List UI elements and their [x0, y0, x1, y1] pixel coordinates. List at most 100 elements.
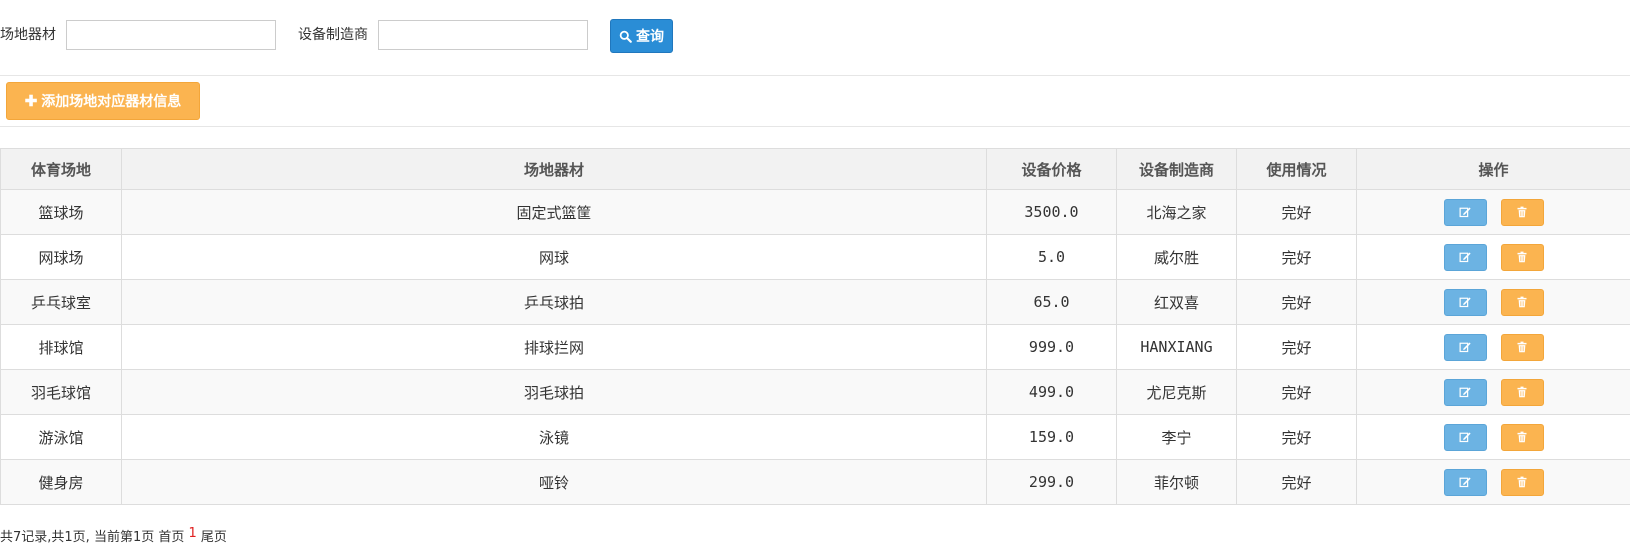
- cell-actions: [1356, 279, 1630, 325]
- cell-venue: 乒乓球室: [0, 279, 122, 325]
- cell-equipment: 排球拦网: [121, 324, 987, 370]
- cell-manufacturer: 李宁: [1116, 414, 1237, 460]
- equipment-search-input[interactable]: [66, 20, 276, 50]
- cell-equipment: 网球: [121, 234, 987, 280]
- table-header-row: 体育场地 场地器材 设备价格 设备制造商 使用情况 操作: [0, 148, 1630, 190]
- delete-button[interactable]: [1500, 243, 1544, 271]
- cell-actions: [1356, 459, 1630, 505]
- edit-button[interactable]: [1443, 198, 1487, 226]
- cell-manufacturer: 菲尔顿: [1116, 459, 1237, 505]
- header-venue: 体育场地: [0, 148, 122, 190]
- cell-price: 65.0: [986, 279, 1117, 325]
- cell-venue: 羽毛球馆: [0, 369, 122, 415]
- table-row: 游泳馆 泳镜 159.0 李宁 完好: [0, 414, 1630, 460]
- cell-venue: 健身房: [0, 459, 122, 505]
- manufacturer-search-input[interactable]: [378, 20, 588, 50]
- cell-actions: [1356, 324, 1630, 370]
- edit-button[interactable]: [1443, 288, 1487, 316]
- cell-status: 完好: [1236, 459, 1357, 505]
- cell-equipment: 哑铃: [121, 459, 987, 505]
- header-actions: 操作: [1356, 148, 1630, 190]
- edit-button[interactable]: [1443, 378, 1487, 406]
- header-price: 设备价格: [986, 148, 1117, 190]
- table-row: 网球场 网球 5.0 威尔胜 完好: [0, 234, 1630, 280]
- current-page-link[interactable]: 1: [189, 526, 197, 545]
- cell-manufacturer: 威尔胜: [1116, 234, 1237, 280]
- edit-button[interactable]: [1443, 333, 1487, 361]
- cell-price: 3500.0: [986, 189, 1117, 235]
- equipment-label: 场地器材: [0, 27, 56, 43]
- cell-actions: [1356, 369, 1630, 415]
- table-row: 健身房 哑铃 299.0 菲尔顿 完好: [0, 459, 1630, 505]
- edit-button[interactable]: [1443, 468, 1487, 496]
- search-icon: [619, 30, 632, 43]
- cell-price: 159.0: [986, 414, 1117, 460]
- toolbar: ✚ 添加场地对应器材信息: [0, 75, 1630, 127]
- add-equipment-label: 添加场地对应器材信息: [41, 93, 182, 109]
- cell-manufacturer: 红双喜: [1116, 279, 1237, 325]
- cell-price: 299.0: [986, 459, 1117, 505]
- edit-button[interactable]: [1443, 243, 1487, 271]
- query-button-label: 查询: [636, 28, 664, 44]
- trash-icon: [1517, 251, 1527, 263]
- table-row: 羽毛球馆 羽毛球拍 499.0 尤尼克斯 完好: [0, 369, 1630, 415]
- cell-venue: 游泳馆: [0, 414, 122, 460]
- delete-button[interactable]: [1500, 423, 1544, 451]
- cell-actions: [1356, 414, 1630, 460]
- edit-icon: [1459, 387, 1471, 398]
- cell-equipment: 羽毛球拍: [121, 369, 987, 415]
- edit-icon: [1459, 432, 1471, 443]
- pagination: 共7记录,共1页, 当前第1页 首页 1 尾页: [0, 526, 227, 545]
- delete-button[interactable]: [1500, 468, 1544, 496]
- table-row: 篮球场 固定式篮筐 3500.0 北海之家 完好: [0, 189, 1630, 235]
- cell-status: 完好: [1236, 234, 1357, 280]
- trash-icon: [1517, 386, 1527, 398]
- cell-price: 5.0: [986, 234, 1117, 280]
- add-equipment-button[interactable]: ✚ 添加场地对应器材信息: [6, 82, 200, 120]
- cell-manufacturer: 北海之家: [1116, 189, 1237, 235]
- cell-actions: [1356, 234, 1630, 280]
- table-row: 排球馆 排球拦网 999.0 HANXIANG 完好: [0, 324, 1630, 370]
- cell-venue: 排球馆: [0, 324, 122, 370]
- cell-price: 499.0: [986, 369, 1117, 415]
- pagination-summary: 共7记录,共1页, 当前第1页: [0, 530, 159, 545]
- cell-price: 999.0: [986, 324, 1117, 370]
- search-bar: 场地器材 设备制造商 查询: [0, 19, 673, 53]
- cell-status: 完好: [1236, 189, 1357, 235]
- cell-equipment: 乒乓球拍: [121, 279, 987, 325]
- delete-button[interactable]: [1500, 288, 1544, 316]
- edit-icon: [1459, 207, 1471, 218]
- cell-status: 完好: [1236, 279, 1357, 325]
- cell-status: 完好: [1236, 414, 1357, 460]
- cell-equipment: 泳镜: [121, 414, 987, 460]
- cell-status: 完好: [1236, 369, 1357, 415]
- table-row: 乒乓球室 乒乓球拍 65.0 红双喜 完好: [0, 279, 1630, 325]
- cell-actions: [1356, 189, 1630, 235]
- last-page-link[interactable]: 尾页: [201, 526, 227, 545]
- trash-icon: [1517, 296, 1527, 308]
- header-status: 使用情况: [1236, 148, 1357, 190]
- cell-venue: 网球场: [0, 234, 122, 280]
- header-manufacturer: 设备制造商: [1116, 148, 1237, 190]
- delete-button[interactable]: [1500, 333, 1544, 361]
- manufacturer-label: 设备制造商: [298, 27, 368, 43]
- query-button[interactable]: 查询: [610, 19, 673, 53]
- cell-equipment: 固定式篮筐: [121, 189, 987, 235]
- trash-icon: [1517, 341, 1527, 353]
- edit-icon: [1459, 297, 1471, 308]
- cell-manufacturer: HANXIANG: [1116, 324, 1237, 370]
- edit-icon: [1459, 477, 1471, 488]
- trash-icon: [1517, 476, 1527, 488]
- delete-button[interactable]: [1500, 378, 1544, 406]
- header-equipment: 场地器材: [121, 148, 987, 190]
- first-page-link[interactable]: 首页: [158, 526, 184, 545]
- equipment-table: 体育场地 场地器材 设备价格 设备制造商 使用情况 操作 篮球场 固定式篮筐 3…: [0, 148, 1630, 505]
- edit-button[interactable]: [1443, 423, 1487, 451]
- trash-icon: [1517, 431, 1527, 443]
- edit-icon: [1459, 252, 1471, 263]
- cell-venue: 篮球场: [0, 189, 122, 235]
- edit-icon: [1459, 342, 1471, 353]
- plus-icon: ✚: [24, 93, 38, 110]
- cell-manufacturer: 尤尼克斯: [1116, 369, 1237, 415]
- delete-button[interactable]: [1500, 198, 1544, 226]
